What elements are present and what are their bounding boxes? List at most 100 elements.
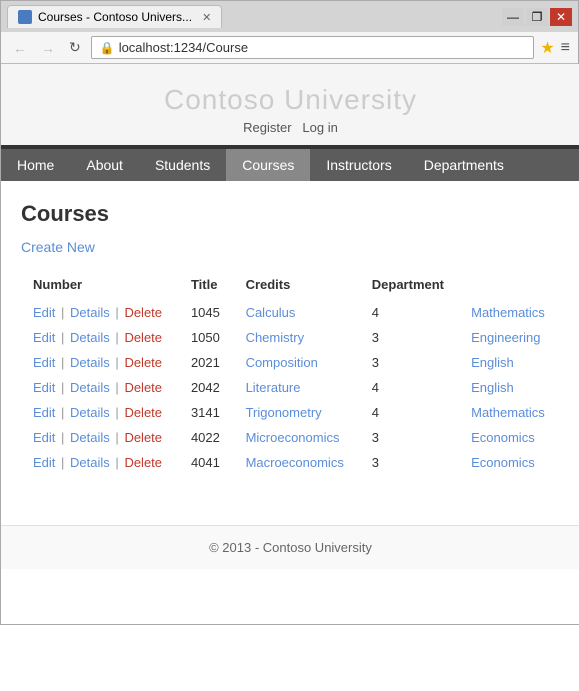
page-content: Contoso University Register Log in Home … [1,64,579,624]
table-row: Edit | Details | Delete 1050 Chemistry 3… [21,325,560,350]
course-title: Literature [234,375,360,400]
course-title-link[interactable]: Literature [246,380,301,395]
url-bar[interactable]: 🔒 localhost:1234/Course [91,36,535,59]
course-title-link[interactable]: Microeconomics [246,430,340,445]
table-row: Edit | Details | Delete 2042 Literature … [21,375,560,400]
col-header-department: Department [360,271,459,300]
course-department: Engineering [459,325,560,350]
tab-close-button[interactable]: ✕ [202,11,211,24]
sep1: | [61,430,64,445]
course-credits: 3 [360,325,459,350]
course-number: 1045 [179,300,234,325]
course-number: 4041 [179,450,234,475]
tab-favicon [18,10,32,24]
sep1: | [61,355,64,370]
footer-copyright: © 2013 - Contoso University [209,540,372,555]
edit-link[interactable]: Edit [33,380,55,395]
sep2: | [115,355,118,370]
delete-link[interactable]: Delete [124,380,162,395]
details-link[interactable]: Details [70,330,110,345]
site-header: Contoso University Register Log in [1,64,579,149]
table-row: Edit | Details | Delete 3141 Trigonometr… [21,400,560,425]
course-credits: 3 [360,350,459,375]
site-nav: Home About Students Courses Instructors … [1,149,579,181]
course-credits: 3 [360,425,459,450]
table-row: Edit | Details | Delete 4041 Macroeconom… [21,450,560,475]
delete-link[interactable]: Delete [124,355,162,370]
edit-link[interactable]: Edit [33,330,55,345]
nav-instructors[interactable]: Instructors [310,149,407,181]
nav-students[interactable]: Students [139,149,226,181]
edit-link[interactable]: Edit [33,455,55,470]
minimize-button[interactable]: — [502,8,524,26]
course-title-link[interactable]: Calculus [246,305,296,320]
sep2: | [115,455,118,470]
edit-link[interactable]: Edit [33,430,55,445]
details-link[interactable]: Details [70,380,110,395]
course-number: 2021 [179,350,234,375]
details-link[interactable]: Details [70,405,110,420]
course-title-link[interactable]: Composition [246,355,318,370]
action-cell: Edit | Details | Delete [21,425,179,450]
register-link[interactable]: Register [243,120,291,135]
sep1: | [61,455,64,470]
site-footer: © 2013 - Contoso University [1,525,579,569]
edit-link[interactable]: Edit [33,355,55,370]
browser-tab[interactable]: Courses - Contoso Univers... ✕ [7,5,222,28]
back-button[interactable]: ← [9,38,31,58]
col-header-title: Title [179,271,234,300]
action-cell: Edit | Details | Delete [21,300,179,325]
course-title: Chemistry [234,325,360,350]
delete-link[interactable]: Delete [124,405,162,420]
menu-icon[interactable]: ≡ [561,39,570,57]
nav-about[interactable]: About [70,149,139,181]
course-credits: 4 [360,300,459,325]
edit-link[interactable]: Edit [33,405,55,420]
table-row: Edit | Details | Delete 4022 Microeconom… [21,425,560,450]
action-cell: Edit | Details | Delete [21,325,179,350]
course-number: 1050 [179,325,234,350]
nav-courses[interactable]: Courses [226,149,310,181]
title-bar: Courses - Contoso Univers... ✕ — ❐ ✕ [1,1,578,32]
page-heading: Courses [21,201,560,227]
details-link[interactable]: Details [70,430,110,445]
sep1: | [61,380,64,395]
edit-link[interactable]: Edit [33,305,55,320]
nav-home[interactable]: Home [1,149,70,181]
course-title: Composition [234,350,360,375]
sep1: | [61,330,64,345]
course-credits: 3 [360,450,459,475]
delete-link[interactable]: Delete [124,305,162,320]
course-title: Trigonometry [234,400,360,425]
course-title-link[interactable]: Chemistry [246,330,305,345]
login-link[interactable]: Log in [302,120,337,135]
bookmark-icon[interactable]: ★ [540,38,554,58]
refresh-button[interactable]: ↻ [65,37,85,58]
close-button[interactable]: ✕ [550,8,572,26]
address-bar: ← → ↻ 🔒 localhost:1234/Course ★ ≡ [1,32,578,64]
table-row: Edit | Details | Delete 2021 Composition… [21,350,560,375]
details-link[interactable]: Details [70,355,110,370]
action-cell: Edit | Details | Delete [21,350,179,375]
nav-departments[interactable]: Departments [408,149,520,181]
tab-title: Courses - Contoso Univers... [38,10,192,24]
course-title-link[interactable]: Macroeconomics [246,455,344,470]
maximize-button[interactable]: ❐ [526,8,548,26]
course-title: Macroeconomics [234,450,360,475]
delete-link[interactable]: Delete [124,455,162,470]
course-department: Mathematics [459,400,560,425]
course-department: Mathematics [459,300,560,325]
site-auth: Register Log in [1,120,579,135]
course-credits: 4 [360,375,459,400]
delete-link[interactable]: Delete [124,430,162,445]
details-link[interactable]: Details [70,305,110,320]
details-link[interactable]: Details [70,455,110,470]
browser-window: Courses - Contoso Univers... ✕ — ❐ ✕ ← →… [0,0,579,625]
col-header-credits: Credits [234,271,360,300]
create-new-link[interactable]: Create New [21,239,95,255]
delete-link[interactable]: Delete [124,330,162,345]
forward-button[interactable]: → [37,38,59,58]
sep2: | [115,405,118,420]
course-title-link[interactable]: Trigonometry [246,405,322,420]
main-content: Courses Create New Number Title Credits … [1,181,579,505]
